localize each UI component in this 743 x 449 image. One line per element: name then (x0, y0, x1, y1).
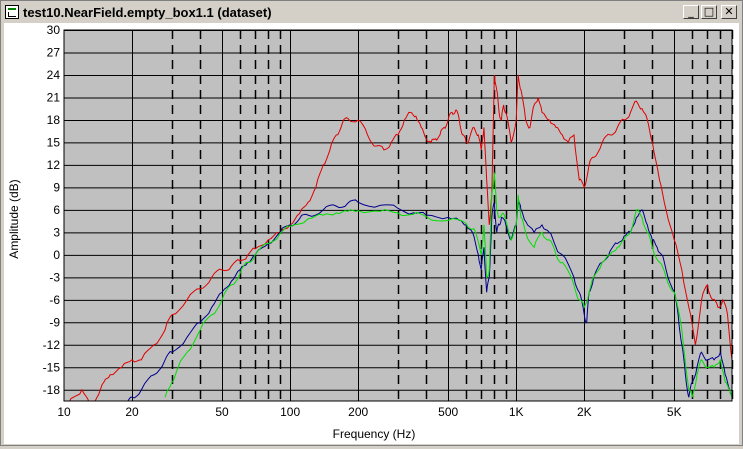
maximize-button[interactable]: □ (701, 5, 717, 19)
y-tick-label: -18 (43, 383, 61, 397)
x-tick-label: 50 (215, 405, 229, 419)
frequency-response-chart[interactable]: 302724211815129630-3-6-9-12-15-18 10 20 50… (4, 23, 739, 444)
y-tick-label: 24 (47, 68, 61, 82)
minimize-button[interactable]: _ (683, 5, 699, 19)
y-tick-label: 6 (53, 203, 60, 217)
y-tick-labels: 302724211815129630-3-6-9-12-15-18 (43, 23, 61, 397)
y-tick-label: 15 (47, 135, 61, 149)
x-tick-label: 10 (57, 405, 71, 419)
chart-area: 30 27 24 21 18 15 12 9 6 3 0 -3 -6 -9 -12 -15 -18 10 20 50… (4, 23, 739, 444)
app-icon[interactable] (5, 5, 19, 19)
y-tick-label: 12 (47, 158, 61, 172)
window-controls: _ □ ✕ (683, 5, 737, 19)
dataset-window: test10.NearField.empty_box1.1 (dataset) … (0, 0, 743, 446)
y-tick-label: 18 (47, 113, 61, 127)
y-tick-label: 27 (47, 45, 61, 59)
y-tick-label: 3 (53, 225, 60, 239)
x-tick-label: 5K (667, 405, 682, 419)
x-tick-label: 200 (348, 405, 368, 419)
y-tick-label: -15 (43, 360, 61, 374)
window-title: test10.NearField.empty_box1.1 (dataset) (23, 4, 272, 20)
y-tick-label: 30 (47, 23, 61, 37)
y-tick-label: 9 (53, 180, 60, 194)
y-tick-label: 21 (47, 90, 61, 104)
x-tick-label: 100 (280, 405, 300, 419)
x-tick-label: 20 (125, 405, 139, 419)
close-button[interactable]: ✕ (721, 5, 737, 19)
x-tick-label: 2K (577, 405, 592, 419)
x-tick-label: 500 (438, 405, 458, 419)
y-axis-label: Amplitude (dB) (7, 179, 21, 258)
title-bar[interactable]: test10.NearField.empty_box1.1 (dataset) … (2, 2, 741, 22)
y-tick-label: -3 (49, 270, 60, 284)
x-tick-label: 1K (509, 405, 524, 419)
x-axis-label: Frequency (Hz) (333, 427, 416, 441)
y-tick-label: -6 (49, 293, 60, 307)
y-tick-label: -9 (49, 315, 60, 329)
y-tick-label: -12 (43, 338, 61, 352)
x-tick-labels: 10 20 50 100 200 500 1K 2K 5K (57, 405, 681, 419)
y-tick-label: 0 (53, 248, 60, 262)
